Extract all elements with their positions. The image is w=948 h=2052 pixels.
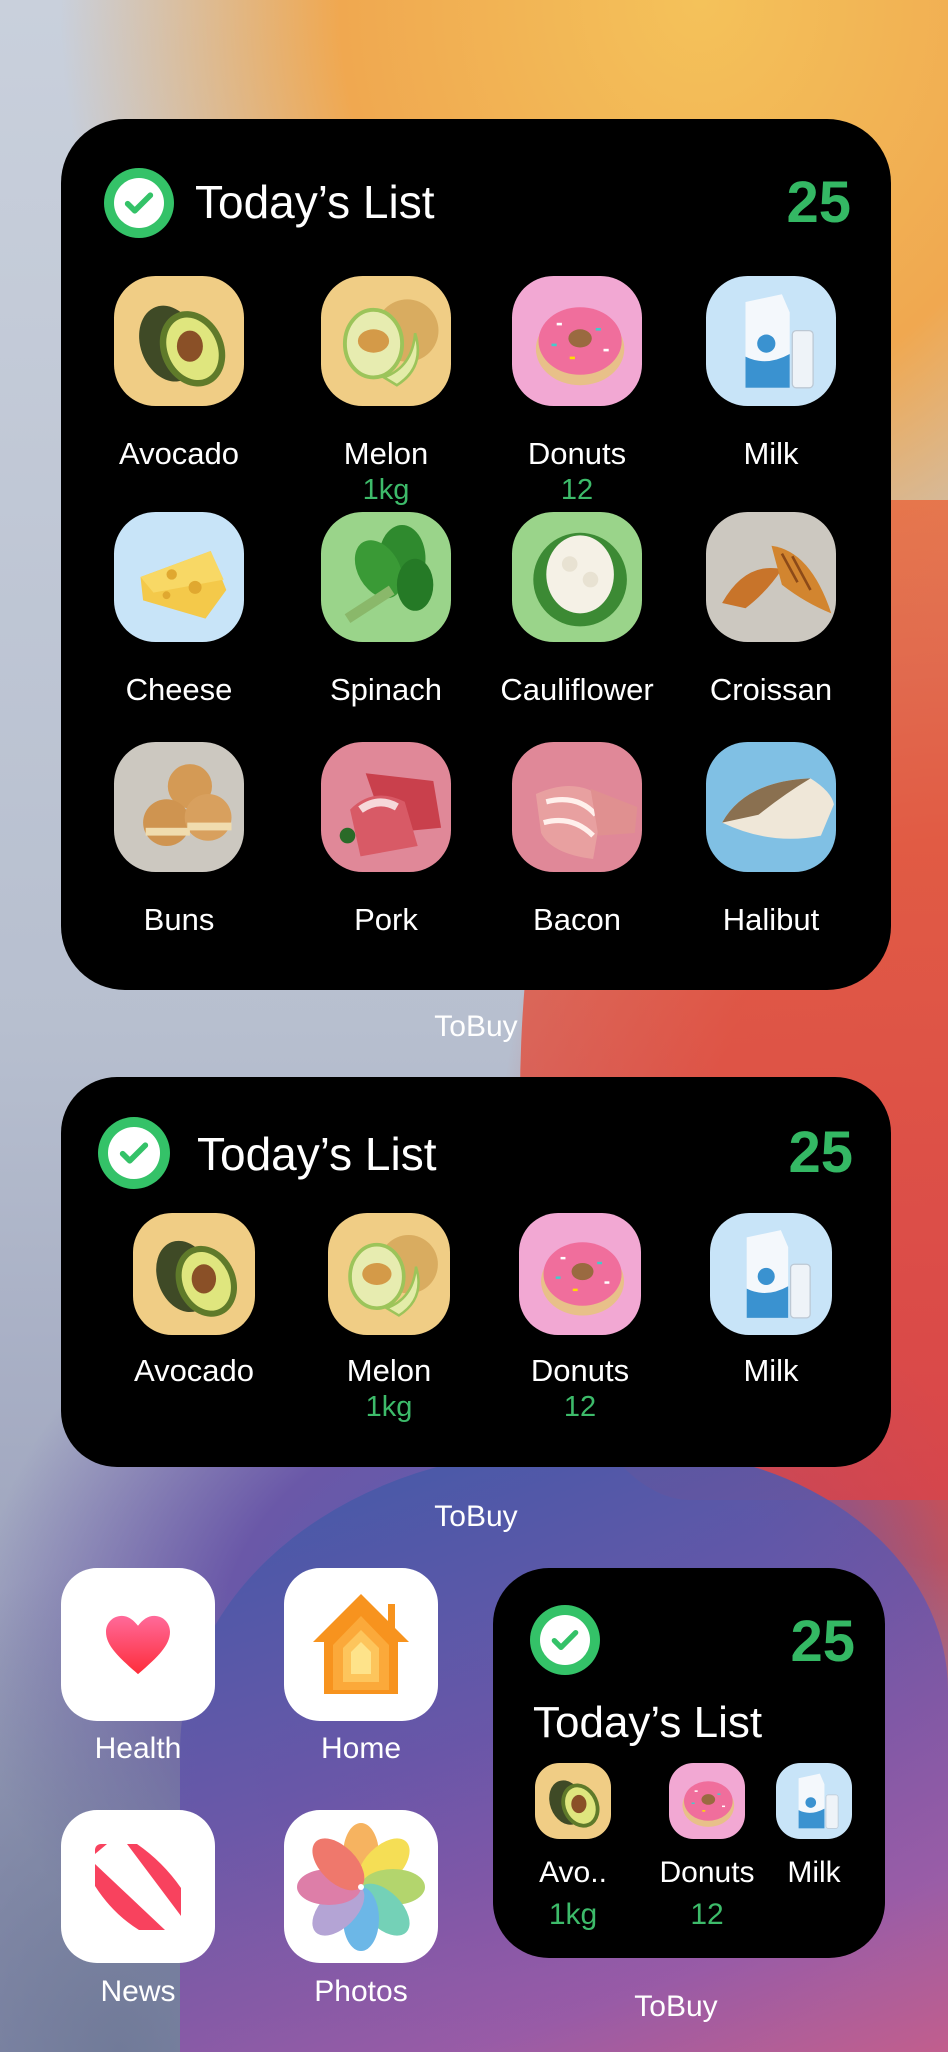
app-home[interactable]: [284, 1568, 438, 1721]
spinach-icon: [344, 525, 433, 623]
avocado-image: [133, 1213, 255, 1335]
app-photos[interactable]: [284, 1810, 438, 1963]
cheese-icon: [140, 551, 226, 619]
cauliflower-icon: [532, 532, 627, 627]
list-item-milk[interactable]: Milk: [710, 1213, 832, 1388]
list-item-croissant[interactable]: Croissan: [706, 512, 836, 707]
app-label: Photos: [314, 1975, 408, 2008]
list-item-cheese[interactable]: Cheese: [114, 512, 244, 707]
melon-image: [328, 1213, 450, 1335]
item-name: Halibut: [722, 902, 820, 937]
milk-image: [776, 1763, 852, 1839]
list-item-cauliflower[interactable]: Cauliflower: [500, 512, 654, 707]
item-name: Croissan: [709, 672, 833, 707]
app-label: News: [100, 1975, 176, 2008]
pork-image: [321, 742, 451, 872]
halibut-icon: [721, 778, 834, 839]
milk-icon: [745, 294, 814, 389]
bacon-icon: [535, 786, 637, 859]
app-news[interactable]: [61, 1810, 215, 1963]
item-name: Milk: [743, 436, 799, 471]
list-item-avocado[interactable]: Avocado: [133, 1213, 255, 1388]
milk-image: [706, 276, 836, 406]
buns-image: [114, 742, 244, 872]
item-count: 25: [788, 1120, 853, 1185]
list-item-donut[interactable]: Donuts 12: [512, 276, 642, 506]
widget-title: Today’s List: [195, 176, 435, 228]
widget-app-label: ToBuy: [434, 1010, 518, 1043]
pork-icon: [339, 773, 441, 857]
list-item-melon[interactable]: Melon 1kg: [328, 1213, 450, 1423]
list-item-milk[interactable]: Milk: [706, 276, 836, 471]
item-quantity: 12: [563, 1391, 597, 1423]
list-item-bacon[interactable]: Bacon: [512, 742, 642, 937]
heart-icon: [106, 1615, 170, 1674]
avocado-icon: [138, 305, 225, 387]
widget-title: Today’s List: [197, 1128, 437, 1180]
item-quantity: 12: [560, 474, 594, 506]
melon-image: [321, 276, 451, 406]
widget-app-label: ToBuy: [634, 1990, 718, 2023]
list-item-donut[interactable]: Donuts 12: [659, 1763, 755, 1931]
tobuy-widget-medium[interactable]: Today’s List 25 Avocado Melon 1kg Donuts 12 M…: [61, 1077, 891, 1467]
list-item-avocado[interactable]: Avocado: [114, 276, 244, 471]
item-name: Milk: [787, 1856, 841, 1889]
widget-app-label: ToBuy: [434, 1500, 518, 1533]
item-count: 25: [786, 170, 851, 235]
list-item-milk[interactable]: Milk: [776, 1763, 852, 1889]
donut-image: [512, 276, 642, 406]
tobuy-widget-small[interactable]: 25 Today’s List Avo.. 1kg Donuts 12 Milk: [493, 1568, 885, 1958]
news-icon: [95, 1843, 181, 1930]
cheese-image: [114, 512, 244, 642]
list-item-buns[interactable]: Buns: [114, 742, 244, 937]
donut-icon: [682, 1781, 735, 1827]
avocado-icon: [549, 1780, 600, 1828]
list-item-pork[interactable]: Pork: [321, 742, 451, 937]
halibut-image: [706, 742, 836, 872]
buns-icon: [142, 764, 231, 846]
melon-icon: [348, 1234, 438, 1317]
croissant-icon: [721, 545, 831, 614]
list-item-spinach[interactable]: Spinach: [321, 512, 451, 707]
croissant-image: [706, 512, 836, 642]
checkmark-circle-icon: [98, 1117, 170, 1189]
checkmark-circle-icon: [530, 1605, 600, 1675]
melon-icon: [342, 299, 438, 387]
list-item-melon[interactable]: Melon 1kg: [321, 276, 451, 506]
list-item-donut[interactable]: Donuts 12: [519, 1213, 641, 1423]
house-icon: [313, 1593, 409, 1694]
app-label: Health: [94, 1732, 182, 1765]
list-item-avocado[interactable]: Avo.. 1kg: [535, 1763, 611, 1931]
donut-icon: [540, 1242, 624, 1316]
list-item-halibut[interactable]: Halibut: [706, 742, 836, 937]
cauliflower-image: [512, 512, 642, 642]
widget-title: Today’s List: [533, 1698, 763, 1747]
donut-icon: [535, 307, 624, 386]
item-count: 25: [790, 1609, 855, 1674]
tobuy-widget-large[interactable]: Today’s List 25 Avocado Melon 1kg Donuts 12 M…: [61, 119, 891, 990]
item-name: Milk: [743, 1353, 799, 1388]
avocado-image: [535, 1763, 611, 1839]
milk-icon: [798, 1773, 839, 1829]
app-label: Home: [320, 1732, 402, 1765]
donut-image: [519, 1213, 641, 1335]
donut-image: [669, 1763, 745, 1839]
milk-image: [710, 1213, 832, 1335]
bacon-image: [512, 742, 642, 872]
app-health[interactable]: [61, 1568, 215, 1721]
avocado-image: [114, 276, 244, 406]
spinach-image: [321, 512, 451, 642]
avocado-icon: [156, 1240, 237, 1317]
photos-flower-icon: [297, 1822, 425, 1951]
checkmark-circle-icon: [104, 168, 174, 238]
item-quantity: 12: [690, 1898, 724, 1931]
milk-icon: [746, 1230, 811, 1319]
